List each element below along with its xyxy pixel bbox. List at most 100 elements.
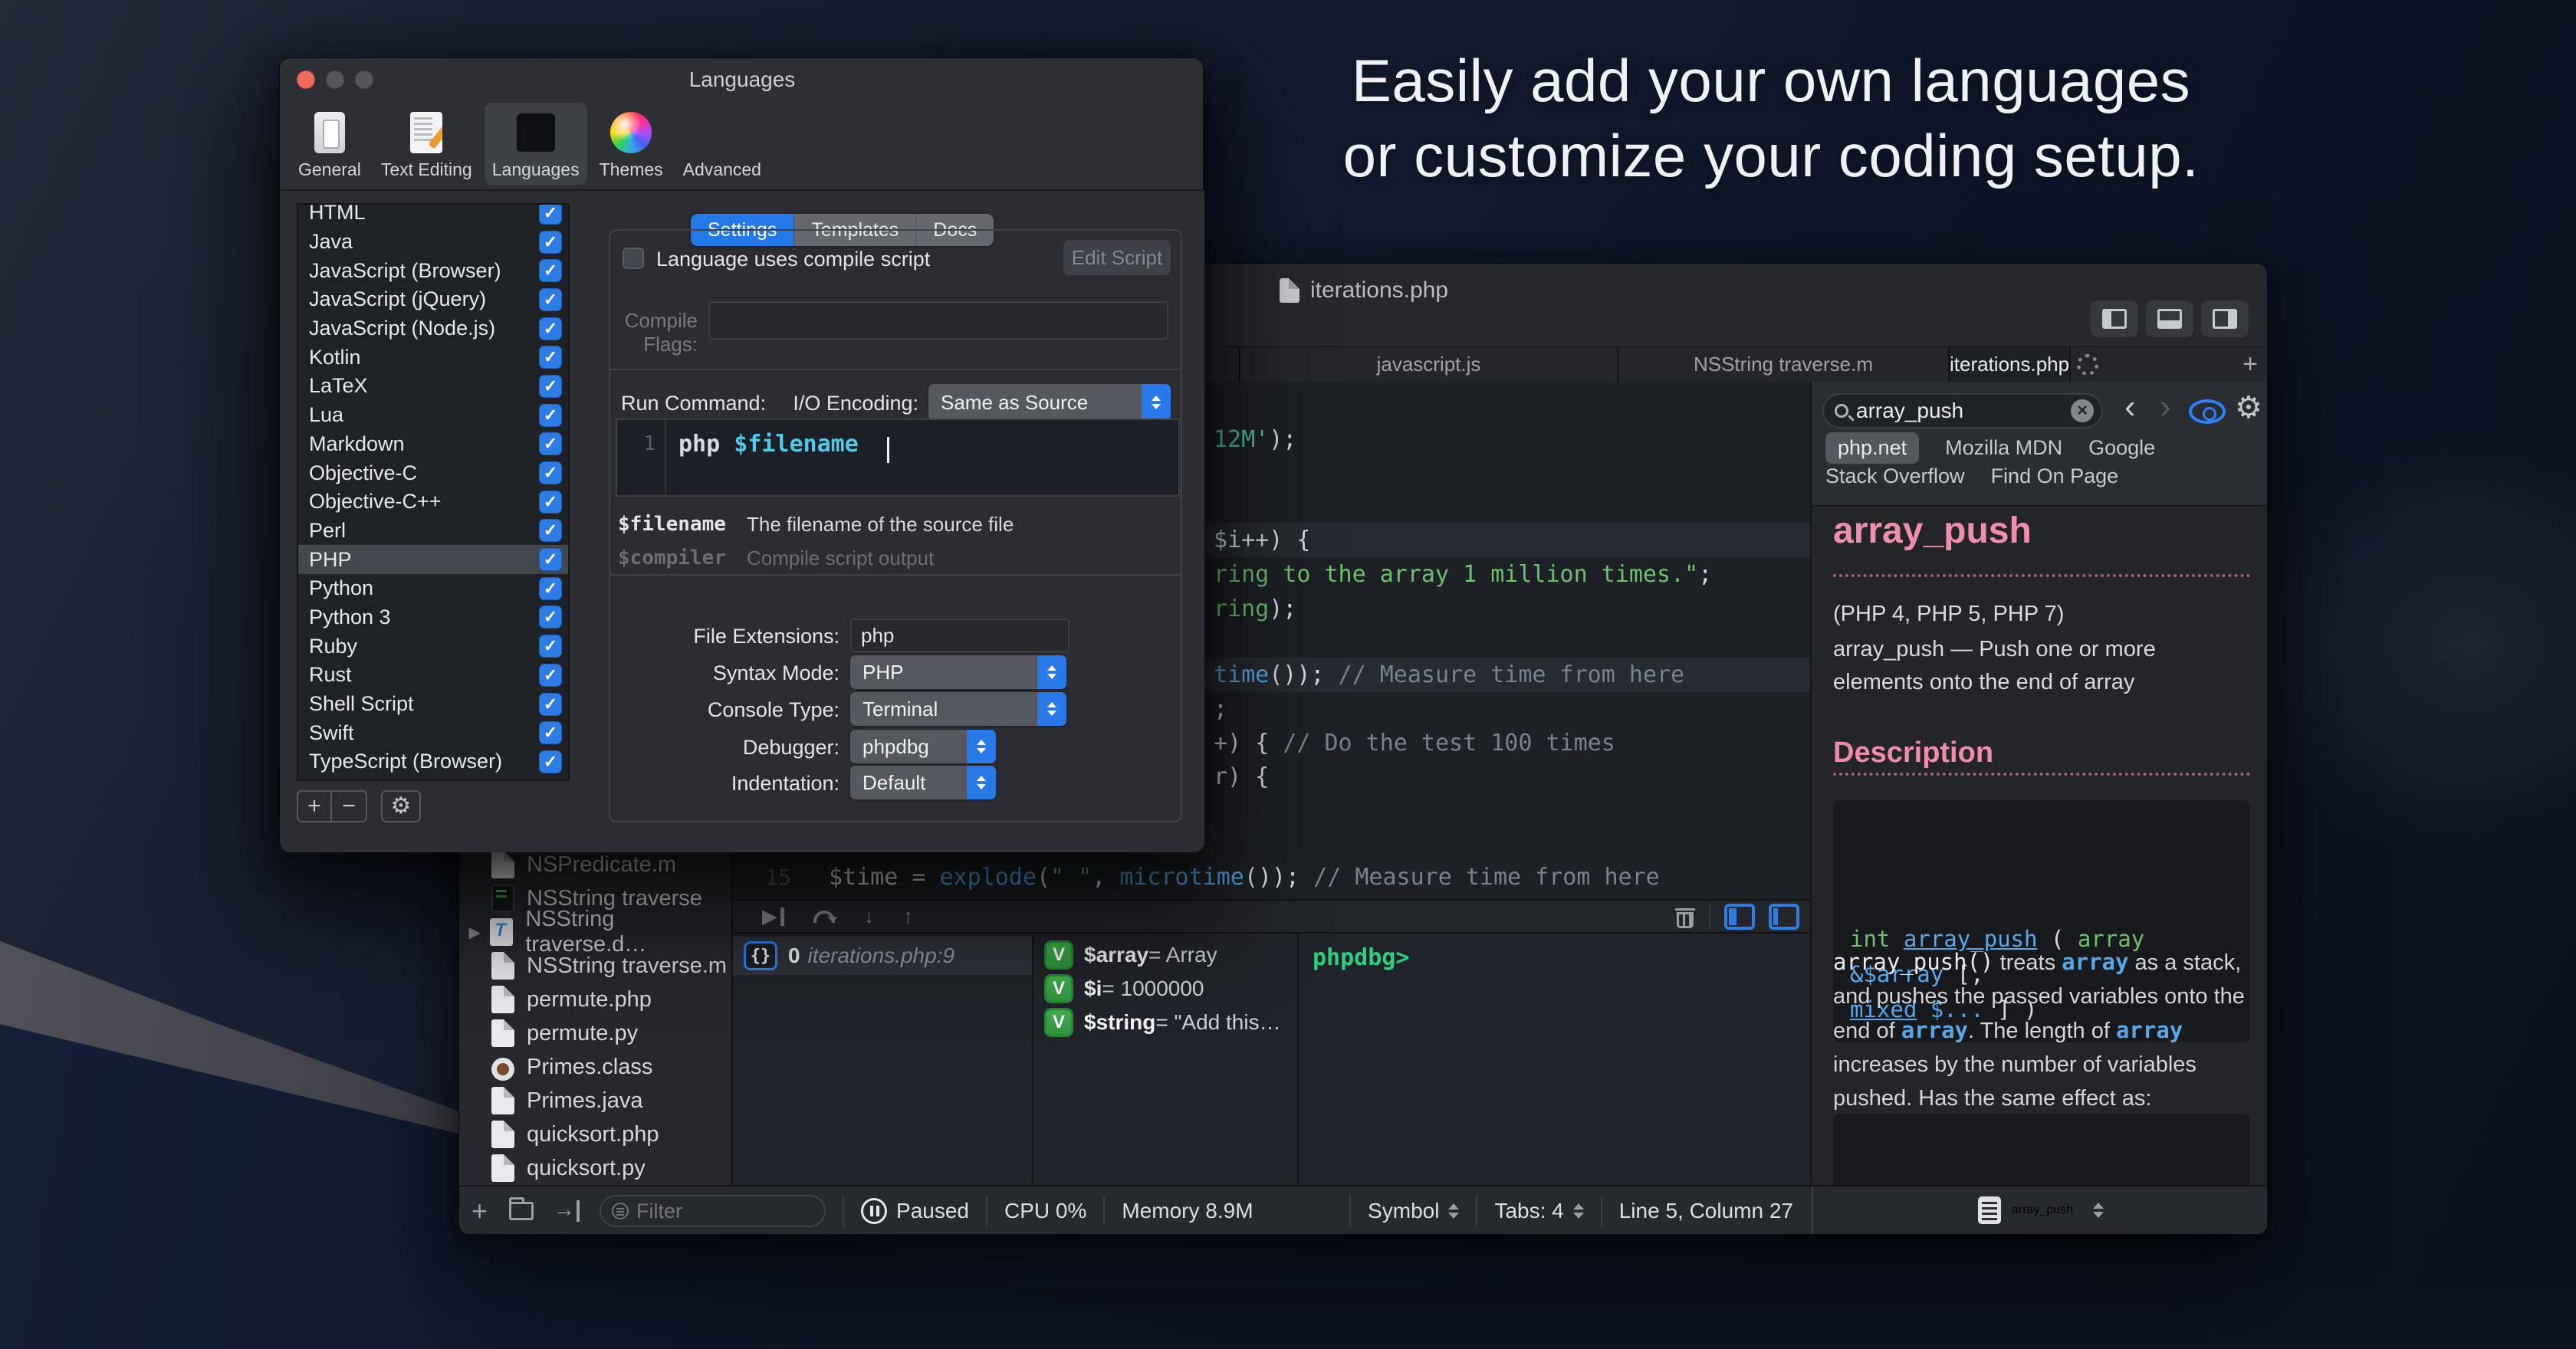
language-checkbox[interactable]: ✓ [539, 606, 562, 629]
prefs-toolbar-item[interactable]: Languages [485, 103, 587, 185]
language-checkbox[interactable]: ✓ [539, 548, 562, 571]
toggle-docs-button[interactable] [2201, 300, 2249, 337]
variable-row[interactable]: V $array = Array [1033, 938, 1297, 972]
filter-input[interactable] [636, 1200, 813, 1223]
language-row[interactable]: TypeScript (Browser) ✓ [298, 747, 568, 776]
language-checkbox[interactable]: ✓ [539, 664, 562, 687]
language-row[interactable]: Java ✓ [298, 228, 568, 257]
indentation-popup[interactable]: Default [850, 766, 996, 799]
prefs-toolbar-item[interactable]: Themes [592, 103, 671, 185]
language-row[interactable]: Objective-C ✓ [298, 458, 568, 487]
new-tab-button[interactable]: + [2242, 350, 2262, 379]
file-row[interactable]: ▶ NSString traverse.m [459, 949, 733, 983]
docs-search-input[interactable] [1856, 399, 2071, 423]
file-row[interactable]: ▶ quicksort.php [459, 1118, 733, 1151]
language-checkbox[interactable]: ✓ [539, 317, 562, 340]
docs-search-field[interactable]: × [1822, 393, 2103, 428]
docs-source-link[interactable]: Find On Page [1991, 464, 2119, 488]
step-over-button[interactable] [813, 911, 835, 923]
editor-tab[interactable]: javascript.js [1239, 347, 1617, 382]
language-row[interactable]: Kotlin ✓ [298, 343, 568, 372]
symbol-popup[interactable]: Symbol [1368, 1199, 1439, 1223]
syntax-mode-popup[interactable]: PHP [850, 655, 1066, 689]
language-row[interactable]: PHP ✓ [298, 545, 568, 574]
continue-button[interactable]: ▶ [762, 904, 784, 928]
back-button[interactable]: ‹ [2124, 388, 2136, 426]
language-row[interactable]: JavaScript (Node.js) ✓ [298, 314, 568, 343]
language-checkbox[interactable]: ✓ [539, 404, 562, 427]
forward-button[interactable]: › [2160, 388, 2171, 426]
language-checkbox[interactable]: ✓ [539, 577, 562, 600]
language-row[interactable]: LaTeX ✓ [298, 372, 568, 401]
language-checkbox[interactable]: ✓ [539, 519, 562, 542]
prefs-toolbar-item[interactable]: Advanced [675, 103, 769, 185]
io-encoding-popup[interactable]: Same as Source [928, 384, 1171, 421]
add-file-button[interactable]: + [472, 1195, 488, 1227]
file-row[interactable]: ▶ permute.py [459, 1016, 733, 1050]
compile-script-checkbox[interactable] [623, 248, 644, 269]
language-row[interactable]: Python 3 ✓ [298, 603, 568, 632]
file-row[interactable]: ▶ Primes.java [459, 1084, 733, 1118]
tab-width-popup[interactable]: Tabs: 4 [1494, 1199, 1563, 1223]
file-row[interactable]: ▶ Primes.class [459, 1050, 733, 1084]
prefs-toolbar-item[interactable]: General [291, 103, 369, 185]
edit-script-button[interactable]: Edit Script [1063, 240, 1171, 275]
language-checkbox[interactable]: ✓ [539, 635, 562, 658]
language-checkbox[interactable]: ✓ [539, 750, 562, 773]
language-checkbox[interactable]: ✓ [539, 288, 562, 311]
quick-look-eye-icon[interactable] [2189, 399, 2226, 424]
run-command-editor[interactable]: 1 php $filename [616, 418, 1180, 497]
language-row[interactable]: Python ✓ [298, 574, 568, 603]
variable-row[interactable]: V $i = 1000000 [1033, 972, 1297, 1006]
language-row[interactable]: Markdown ✓ [298, 430, 568, 459]
import-icon[interactable] [554, 1200, 580, 1222]
document-proxy-icon[interactable] [1280, 278, 1300, 303]
language-checkbox[interactable]: ✓ [539, 491, 562, 514]
language-checkbox[interactable]: ✓ [539, 346, 562, 369]
language-row[interactable]: Swift ✓ [298, 718, 568, 747]
docs-source-link[interactable]: Mozilla MDN [1945, 436, 2062, 460]
language-checkbox[interactable]: ✓ [539, 721, 562, 744]
docs-settings-button[interactable]: ⚙ [2235, 392, 2262, 423]
disclosure-triangle-icon[interactable]: ▶ [459, 923, 490, 942]
language-row[interactable]: Shell Script ✓ [298, 690, 568, 719]
docs-source-link[interactable]: Google [2088, 436, 2155, 460]
file-row[interactable]: ▶ NSString traverse.d… [459, 915, 733, 949]
language-checkbox[interactable]: ✓ [539, 432, 562, 455]
stack-frame-row[interactable]: {} 0 iterations.php:9 [733, 937, 1032, 975]
language-checkbox[interactable]: ✓ [539, 693, 562, 716]
language-row[interactable]: JavaScript (Browser) ✓ [298, 256, 568, 285]
variable-row[interactable]: V $string = "Add this… [1033, 1006, 1297, 1039]
clear-console-button[interactable] [1675, 905, 1695, 928]
editor-tab[interactable]: NSString traverse.m [1617, 347, 1948, 382]
language-checkbox[interactable]: ✓ [539, 461, 562, 484]
docs-content[interactable]: array_push (PHP 4, PHP 5, PHP 7) array_p… [1812, 507, 2268, 1185]
console-type-popup[interactable]: Terminal [850, 692, 1066, 726]
language-checkbox[interactable]: ✓ [539, 231, 562, 254]
language-checkbox[interactable]: ✓ [539, 375, 562, 398]
docs-page-selector[interactable]: array_push [1812, 1187, 2268, 1234]
add-language-button[interactable]: + [298, 792, 332, 821]
language-row[interactable]: Objective-C++ ✓ [298, 487, 568, 517]
step-out-button[interactable]: ↑ [903, 904, 913, 928]
language-row[interactable]: HTML ✓ [298, 203, 568, 228]
file-row[interactable]: ▶ quicksort.py [459, 1151, 733, 1185]
file-extensions-field[interactable]: php [850, 619, 1070, 652]
compile-flags-field[interactable] [708, 301, 1168, 340]
language-row[interactable]: Perl ✓ [298, 517, 568, 546]
docs-source-link[interactable]: php.net [1825, 432, 1919, 464]
prefs-toolbar-item[interactable]: Text Editing [373, 103, 480, 185]
debug-console-pane[interactable]: phpdbg> [1297, 934, 1809, 1185]
editor-tab[interactable]: iterations.php [1948, 347, 2069, 382]
file-row[interactable]: ▶ permute.php [459, 983, 733, 1016]
language-row[interactable]: JavaScript (jQuery) ✓ [298, 285, 568, 314]
clear-search-icon[interactable]: × [2071, 399, 2094, 422]
debug-pane-toggle-right[interactable] [1769, 904, 1799, 930]
language-row[interactable]: Rust ✓ [298, 661, 568, 690]
language-row[interactable]: Lua ✓ [298, 401, 568, 430]
language-checkbox[interactable]: ✓ [539, 259, 562, 282]
language-row[interactable]: Ruby ✓ [298, 632, 568, 661]
language-checkbox[interactable]: ✓ [539, 203, 562, 225]
folder-icon[interactable] [509, 1202, 534, 1220]
remove-language-button[interactable]: − [332, 792, 366, 821]
